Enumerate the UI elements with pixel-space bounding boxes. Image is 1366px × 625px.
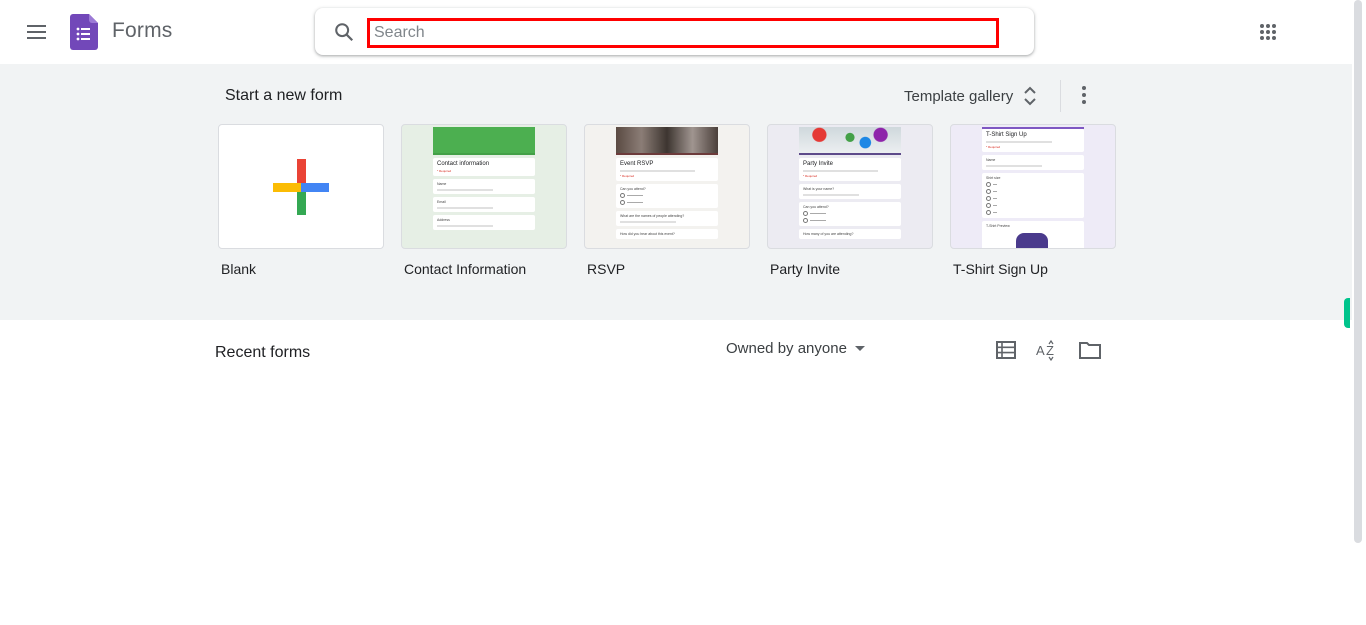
thumbnail-banner-image	[433, 127, 535, 153]
template-thumbnail: Contact information * Required Name Email…	[401, 124, 567, 249]
owner-filter-dropdown[interactable]: Owned by anyone	[726, 340, 865, 357]
template-section: Start a new form Template gallery Blank	[0, 64, 1352, 320]
recent-forms-section: Recent forms Owned by anyone A Z	[0, 320, 1352, 625]
list-view-icon	[996, 341, 1016, 359]
tshirt-image	[1016, 233, 1048, 248]
main-menu-button[interactable]	[20, 16, 52, 48]
more-vertical-icon	[1082, 86, 1086, 90]
hamburger-menu-icon	[26, 25, 46, 27]
template-gallery-label: Template gallery	[904, 87, 1014, 105]
template-gallery-button[interactable]: Template gallery	[896, 78, 1045, 114]
template-card-contact-information[interactable]: Contact information * Required Name Email…	[401, 124, 567, 277]
sort-az-icon: A Z	[1036, 339, 1054, 361]
search-icon[interactable]	[333, 21, 355, 43]
template-label: T-Shirt Sign Up	[953, 261, 1048, 277]
folder-icon	[1079, 342, 1101, 359]
plus-icon	[273, 159, 329, 215]
toolbar-divider	[1060, 80, 1061, 112]
template-card-blank[interactable]: Blank	[218, 124, 384, 277]
google-apps-grid-icon	[1260, 24, 1264, 28]
search-input[interactable]	[367, 18, 999, 48]
sort-button[interactable]: A Z	[1033, 336, 1061, 364]
search-bar	[315, 8, 1034, 55]
template-more-options-button[interactable]	[1070, 81, 1098, 109]
side-panel-tab[interactable]	[1344, 298, 1350, 328]
google-apps-button[interactable]	[1254, 18, 1282, 46]
list-view-button[interactable]	[992, 336, 1020, 364]
template-thumbnail: Event RSVP * Required Can you attend? Wha…	[584, 124, 750, 249]
app-title: Forms	[112, 19, 173, 42]
template-card-tshirt-sign-up[interactable]: T-Shirt Sign Up * Required Name Shirt siz…	[950, 124, 1116, 277]
open-file-picker-button[interactable]	[1076, 336, 1104, 364]
template-card-rsvp[interactable]: Event RSVP * Required Can you attend? Wha…	[584, 124, 750, 277]
recent-forms-heading: Recent forms	[215, 344, 311, 361]
svg-text:A: A	[1036, 343, 1045, 358]
template-thumbnail: Party Invite * Required What is your name…	[767, 124, 933, 249]
template-thumbnail: T-Shirt Sign Up * Required Name Shirt siz…	[950, 124, 1116, 249]
owner-filter-label: Owned by anyone	[726, 340, 847, 357]
google-forms-logo[interactable]	[70, 14, 98, 50]
template-label: Party Invite	[770, 261, 841, 277]
template-thumbnail	[218, 124, 384, 249]
vertical-scrollbar[interactable]	[1354, 0, 1362, 543]
unfold-more-icon	[1024, 86, 1036, 106]
svg-text:Z: Z	[1046, 343, 1054, 358]
thumbnail-banner-image	[616, 127, 718, 153]
start-new-form-heading: Start a new form	[225, 87, 343, 104]
app-header: Forms	[0, 0, 1352, 64]
template-label: RSVP	[587, 261, 626, 277]
template-label: Blank	[221, 261, 257, 277]
dropdown-arrow-icon	[854, 346, 865, 351]
template-label: Contact Information	[404, 261, 527, 277]
thumbnail-banner-image	[799, 127, 901, 153]
template-card-party-invite[interactable]: Party Invite * Required What is your name…	[767, 124, 933, 277]
